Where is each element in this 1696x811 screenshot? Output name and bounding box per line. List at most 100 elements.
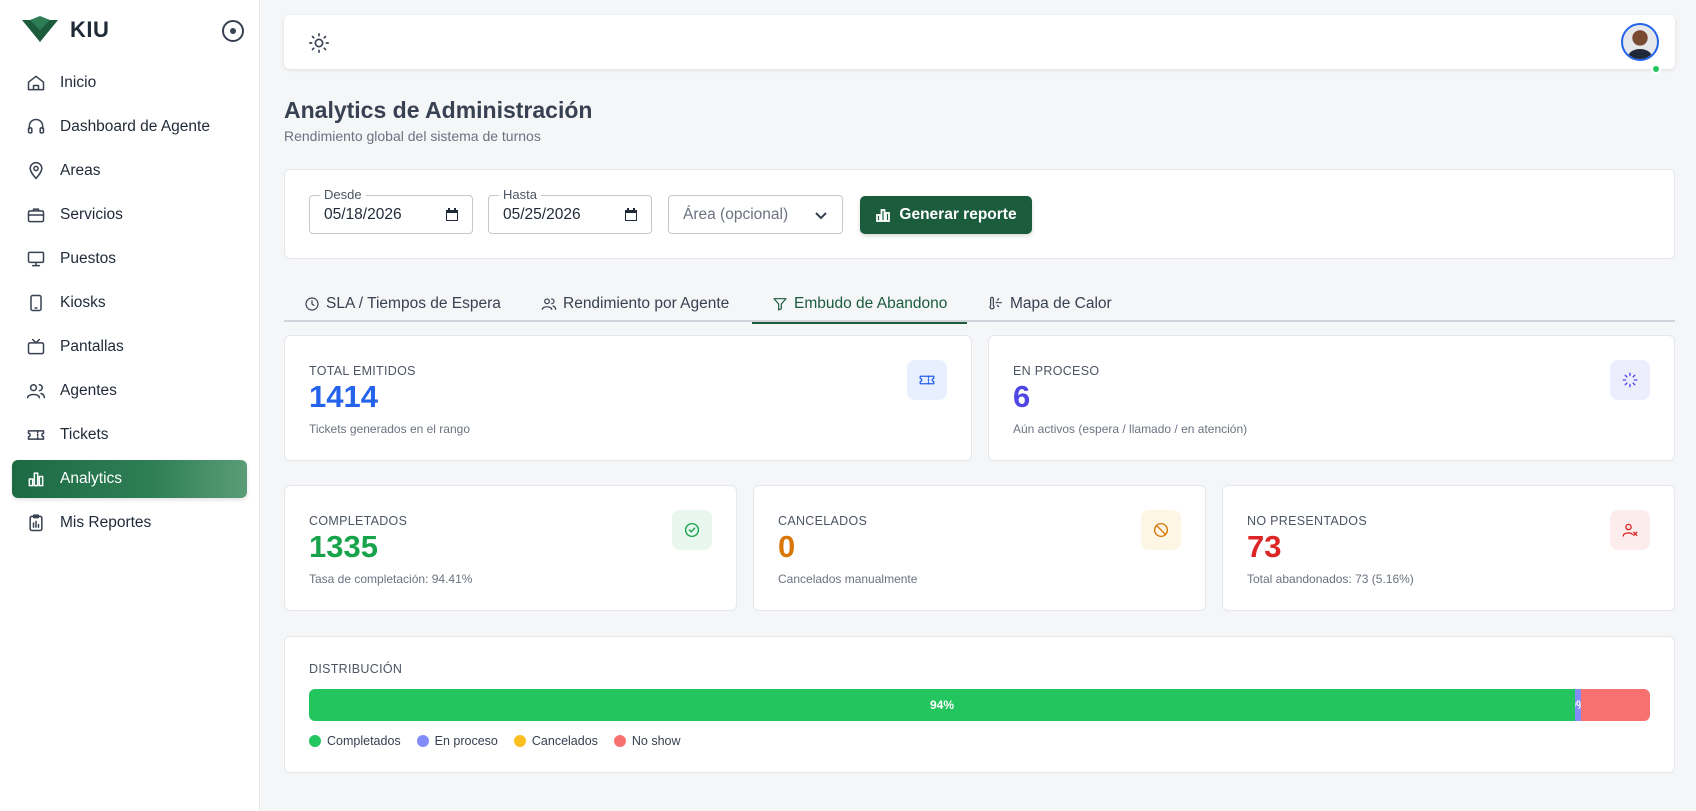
stat-label: NO PRESENTADOS (1247, 514, 1367, 528)
users-icon (541, 298, 557, 310)
stat-description: Tickets generados en el rango (309, 422, 470, 436)
sidebar-item-agentes[interactable]: Agentes (12, 372, 247, 410)
sidebar-toggle-icon[interactable] (222, 20, 244, 42)
stat-description: Cancelados manualmente (778, 572, 918, 586)
analytics-tabs: SLA / Tiempos de Espera Rendimiento por … (284, 286, 1675, 324)
hasta-label: Hasta (499, 187, 541, 202)
check-circle-icon (672, 510, 712, 550)
tab-label: SLA / Tiempos de Espera (326, 295, 501, 312)
desde-label: Desde (320, 187, 366, 202)
clock-icon (305, 297, 319, 311)
stat-value: 1414 (309, 379, 378, 414)
sidebar-item-tickets[interactable]: Tickets (12, 416, 247, 454)
sidebar-item-puestos[interactable]: Puestos (12, 240, 247, 278)
desde-date-field[interactable]: Desde 05/18/2026 (309, 187, 473, 234)
sidebar-item-label: Analytics (60, 470, 123, 487)
distribution-segment-completados: 94% (309, 689, 1576, 721)
sidebar-item-label: Kiosks (60, 294, 106, 311)
chevron-down-icon (814, 208, 828, 222)
stat-description: Tasa de completación: 94.41% (309, 572, 473, 586)
home-icon (27, 75, 45, 91)
sidebar: KIU Inicio Dashboard de Agente Areas Ser… (0, 0, 260, 811)
page-subtitle: Rendimiento global del sistema de turnos (284, 128, 541, 144)
map-pin-icon (29, 161, 43, 180)
tab-embudo-abandono[interactable]: Embudo de Abandono (752, 286, 968, 324)
sidebar-item-dashboard-agente[interactable]: Dashboard de Agente (12, 108, 247, 146)
sidebar-item-kiosks[interactable]: Kiosks (12, 284, 247, 322)
stat-value: 73 (1247, 529, 1282, 564)
sidebar-item-servicios[interactable]: Servicios (12, 196, 247, 234)
filters-card: Desde 05/18/2026 Hasta 05/25/2026 Área (… (284, 169, 1675, 259)
sidebar-item-label: Dashboard de Agente (60, 118, 210, 135)
sidebar-item-pantallas[interactable]: Pantallas (12, 328, 247, 366)
legend-swatch (416, 735, 429, 747)
heatmap-icon (989, 296, 1002, 310)
bar-chart-icon (876, 209, 891, 222)
page-title: Analytics de Administración (284, 97, 593, 123)
legend-item: Cancelados (513, 734, 598, 748)
hasta-date-field[interactable]: Hasta 05/25/2026 (488, 187, 652, 234)
stat-label: CANCELADOS (778, 514, 868, 528)
monitor-icon (27, 251, 45, 267)
sidebar-item-mis-reportes[interactable]: Mis Reportes (12, 504, 247, 542)
users-icon (26, 384, 46, 399)
stat-value: 0 (778, 529, 796, 564)
stat-value: 6 (1013, 379, 1031, 414)
stat-card-cancelados: CANCELADOS 0 Cancelados manualmente (753, 485, 1206, 611)
stat-label: TOTAL EMITIDOS (309, 364, 416, 378)
sidebar-item-label: Servicios (60, 206, 123, 223)
tablet-icon (30, 294, 42, 312)
legend-label: Completados (327, 734, 401, 748)
distribution-card: DISTRIBUCIÓN 94%0% Completados En proceso… (284, 636, 1675, 773)
tab-rendimiento-agente[interactable]: Rendimiento por Agente (541, 286, 729, 322)
sidebar-item-label: Puestos (60, 250, 117, 267)
ticket-icon (27, 430, 45, 440)
stat-label: EN PROCESO (1013, 364, 1100, 378)
headset-icon (27, 118, 45, 134)
sidebar-item-analytics[interactable]: Analytics (12, 460, 247, 498)
tab-label: Rendimiento por Agente (563, 295, 730, 312)
brand[interactable]: KIU (22, 16, 109, 44)
stat-card-en-proceso: EN PROCESO 6 Aún activos (espera / llama… (988, 335, 1675, 461)
sidebar-item-inicio[interactable]: Inicio (12, 64, 247, 102)
sidebar-item-label: Agentes (60, 382, 117, 399)
tab-mapa-calor[interactable]: Mapa de Calor (988, 286, 1112, 322)
bar-chart-icon (28, 472, 44, 487)
avatar[interactable] (1621, 23, 1659, 61)
tab-label: Mapa de Calor (1010, 295, 1112, 312)
tab-sla[interactable]: SLA / Tiempos de Espera (304, 286, 501, 322)
sidebar-nav: Inicio Dashboard de Agente Areas Servici… (12, 64, 247, 548)
distribution-legend: Completados En proceso Cancelados No show (309, 734, 697, 748)
loader-icon (1610, 360, 1650, 400)
sidebar-item-areas[interactable]: Areas (12, 152, 247, 190)
hasta-value: 05/25/2026 (503, 206, 581, 223)
ban-icon (1141, 510, 1181, 550)
legend-label: Cancelados (531, 734, 598, 748)
stat-label: COMPLETADOS (309, 514, 408, 528)
ticket-icon (907, 360, 947, 400)
distribution-bar: 94%0% (309, 689, 1650, 721)
sidebar-item-label: Pantallas (60, 338, 124, 355)
stat-description: Total abandonados: 73 (5.16%) (1247, 572, 1414, 586)
tab-label: Embudo de Abandono (794, 295, 948, 312)
online-status-dot (1651, 64, 1661, 74)
legend-swatch (309, 735, 321, 747)
generate-report-button[interactable]: Generar reporte (860, 196, 1032, 234)
legend-item: En proceso (416, 734, 498, 748)
top-bar (284, 15, 1675, 74)
stat-card-no-presentados: NO PRESENTADOS 73 Total abandonados: 73 … (1222, 485, 1675, 611)
clipboard-icon (29, 514, 43, 532)
filter-icon (773, 298, 787, 311)
legend-item: No show (613, 734, 681, 748)
user-x-icon (1610, 510, 1650, 550)
area-select[interactable]: Área (opcional) (668, 195, 843, 234)
stat-value: 1335 (309, 529, 378, 564)
distribution-label: DISTRIBUCIÓN (309, 662, 403, 676)
calendar-icon[interactable] (444, 207, 460, 223)
distribution-segment-no-show (1581, 689, 1650, 721)
calendar-icon[interactable] (623, 207, 639, 223)
sidebar-item-label: Inicio (60, 74, 97, 91)
legend-item: Completados (309, 734, 401, 748)
theme-toggle-sun-icon[interactable] (308, 32, 330, 54)
legend-swatch (613, 735, 626, 747)
